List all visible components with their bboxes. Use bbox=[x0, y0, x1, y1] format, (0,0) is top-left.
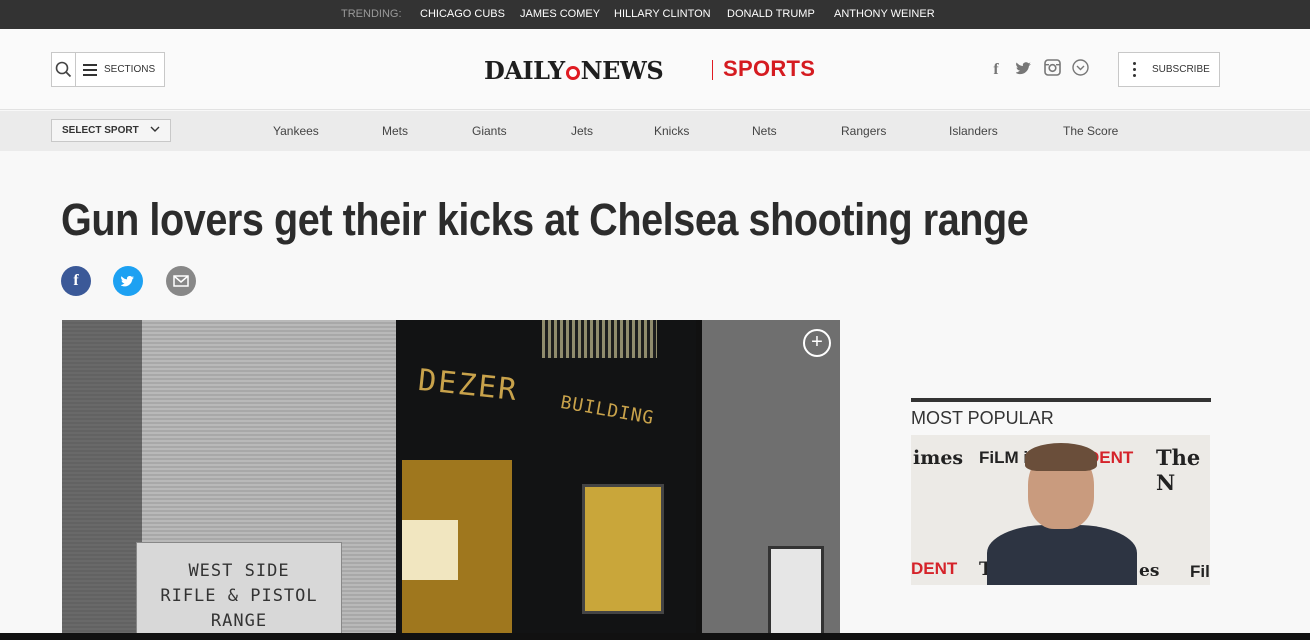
sport-nav: SELECT SPORT Yankees Mets Giants Jets Kn… bbox=[0, 111, 1310, 151]
logo-text-right: NEWS bbox=[580, 56, 664, 85]
most-popular-title: MOST POPULAR bbox=[911, 408, 1054, 428]
sport-nav-rangers[interactable]: Rangers bbox=[841, 124, 886, 138]
social-links: f bbox=[986, 59, 1090, 81]
sport-nav-the-score[interactable]: The Score bbox=[1063, 124, 1118, 138]
facebook-icon: f bbox=[73, 272, 79, 289]
range-plaque: WEST SIDE RIFLE & PISTOL RANGE bbox=[136, 542, 342, 640]
sport-nav-mets[interactable]: Mets bbox=[382, 124, 408, 138]
sport-nav-yankees[interactable]: Yankees bbox=[273, 124, 319, 138]
twitter-icon[interactable] bbox=[1014, 60, 1034, 81]
email-share-button[interactable] bbox=[166, 266, 196, 296]
logo-mark bbox=[565, 66, 580, 80]
trending-link[interactable]: HILLARY CLINTON bbox=[614, 8, 711, 20]
select-sport-dropdown[interactable]: SELECT SPORT bbox=[51, 119, 171, 142]
trending-bar: TRENDING: CHICAGO CUBS JAMES COMEY HILLA… bbox=[0, 0, 1310, 29]
hamburger-icon[interactable] bbox=[83, 63, 99, 76]
sections-button[interactable]: SECTIONS bbox=[104, 64, 155, 75]
subscribe-button[interactable]: SUBSCRIBE bbox=[1118, 52, 1220, 87]
facebook-share-button[interactable]: f bbox=[61, 266, 91, 296]
sport-nav-nets[interactable]: Nets bbox=[752, 124, 777, 138]
chevron-down-icon bbox=[150, 125, 160, 136]
most-popular-image[interactable]: imes FiLM iN DENT The N DENT Th es Fil bbox=[911, 435, 1210, 585]
most-popular-rule bbox=[911, 398, 1211, 402]
twitter-icon bbox=[121, 276, 135, 287]
daily-news-logo[interactable]: DAILY NEWS bbox=[484, 56, 664, 85]
facebook-icon[interactable]: f bbox=[986, 61, 1006, 79]
trending-link[interactable]: JAMES COMEY bbox=[520, 8, 600, 20]
sport-nav-islanders[interactable]: Islanders bbox=[949, 124, 998, 138]
sport-nav-jets[interactable]: Jets bbox=[571, 124, 593, 138]
trending-link[interactable]: DONALD TRUMP bbox=[727, 8, 815, 20]
subscribe-label: SUBSCRIBE bbox=[1152, 64, 1210, 75]
article-photo[interactable]: WEST SIDE RIFLE & PISTOL RANGE DEZER BUI… bbox=[62, 320, 840, 640]
more-icon bbox=[1133, 62, 1136, 77]
chevron-down-icon[interactable] bbox=[1070, 59, 1090, 81]
logo-divider bbox=[712, 60, 713, 80]
site-header: SECTIONS DAILY NEWS SPORTS f SUBSCRIBE bbox=[0, 29, 1310, 110]
trending-link[interactable]: CHICAGO CUBS bbox=[420, 8, 505, 20]
instagram-icon[interactable] bbox=[1042, 59, 1062, 81]
section-title[interactable]: SPORTS bbox=[723, 56, 815, 82]
logo-text-left: DAILY bbox=[484, 56, 565, 85]
article-headline: Gun lovers get their kicks at Chelsea sh… bbox=[61, 194, 1029, 245]
sport-nav-giants[interactable]: Giants bbox=[472, 124, 507, 138]
search-icon bbox=[55, 61, 72, 78]
select-sport-label: SELECT SPORT bbox=[62, 125, 139, 136]
bottom-bar bbox=[0, 633, 1310, 640]
sections-control: SECTIONS bbox=[51, 52, 165, 87]
trending-link[interactable]: ANTHONY WEINER bbox=[834, 8, 935, 20]
expand-icon[interactable]: + bbox=[803, 329, 831, 357]
sport-nav-knicks[interactable]: Knicks bbox=[654, 124, 689, 138]
search-button[interactable] bbox=[52, 53, 76, 86]
trending-label: TRENDING: bbox=[341, 8, 402, 20]
email-icon bbox=[173, 275, 189, 287]
twitter-share-button[interactable] bbox=[113, 266, 143, 296]
